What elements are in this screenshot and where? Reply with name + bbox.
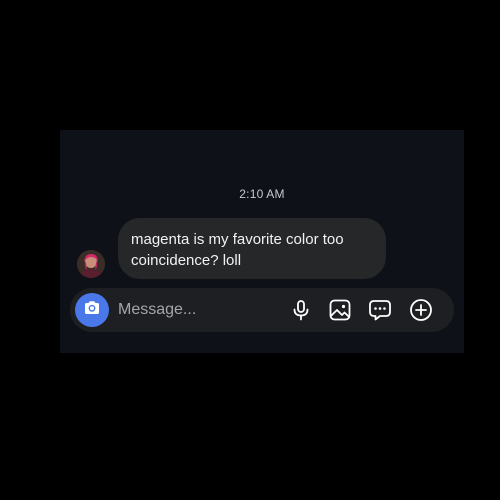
camera-button[interactable] (75, 293, 109, 327)
chat-window: 2:10 AM magenta is my favorite color too… (60, 130, 464, 353)
image-icon (328, 298, 352, 322)
microphone-icon (290, 299, 312, 321)
message-timestamp: 2:10 AM (239, 187, 285, 201)
message-composer (70, 288, 454, 332)
message-text-line: coincidence? loll (131, 252, 242, 269)
plus-circle-icon (409, 298, 433, 322)
sticker-button[interactable] (368, 298, 392, 322)
chat-bubble-icon (368, 298, 392, 322)
message-text-line: magenta is my favorite color too (131, 231, 344, 248)
message-input[interactable] (118, 298, 278, 322)
voice-message-button[interactable] (289, 298, 313, 322)
sender-avatar[interactable] (77, 250, 105, 278)
received-message-bubble[interactable]: magenta is my favorite color too coincid… (118, 218, 386, 279)
gallery-button[interactable] (328, 298, 352, 322)
camera-icon (82, 298, 102, 323)
more-options-button[interactable] (409, 298, 433, 322)
